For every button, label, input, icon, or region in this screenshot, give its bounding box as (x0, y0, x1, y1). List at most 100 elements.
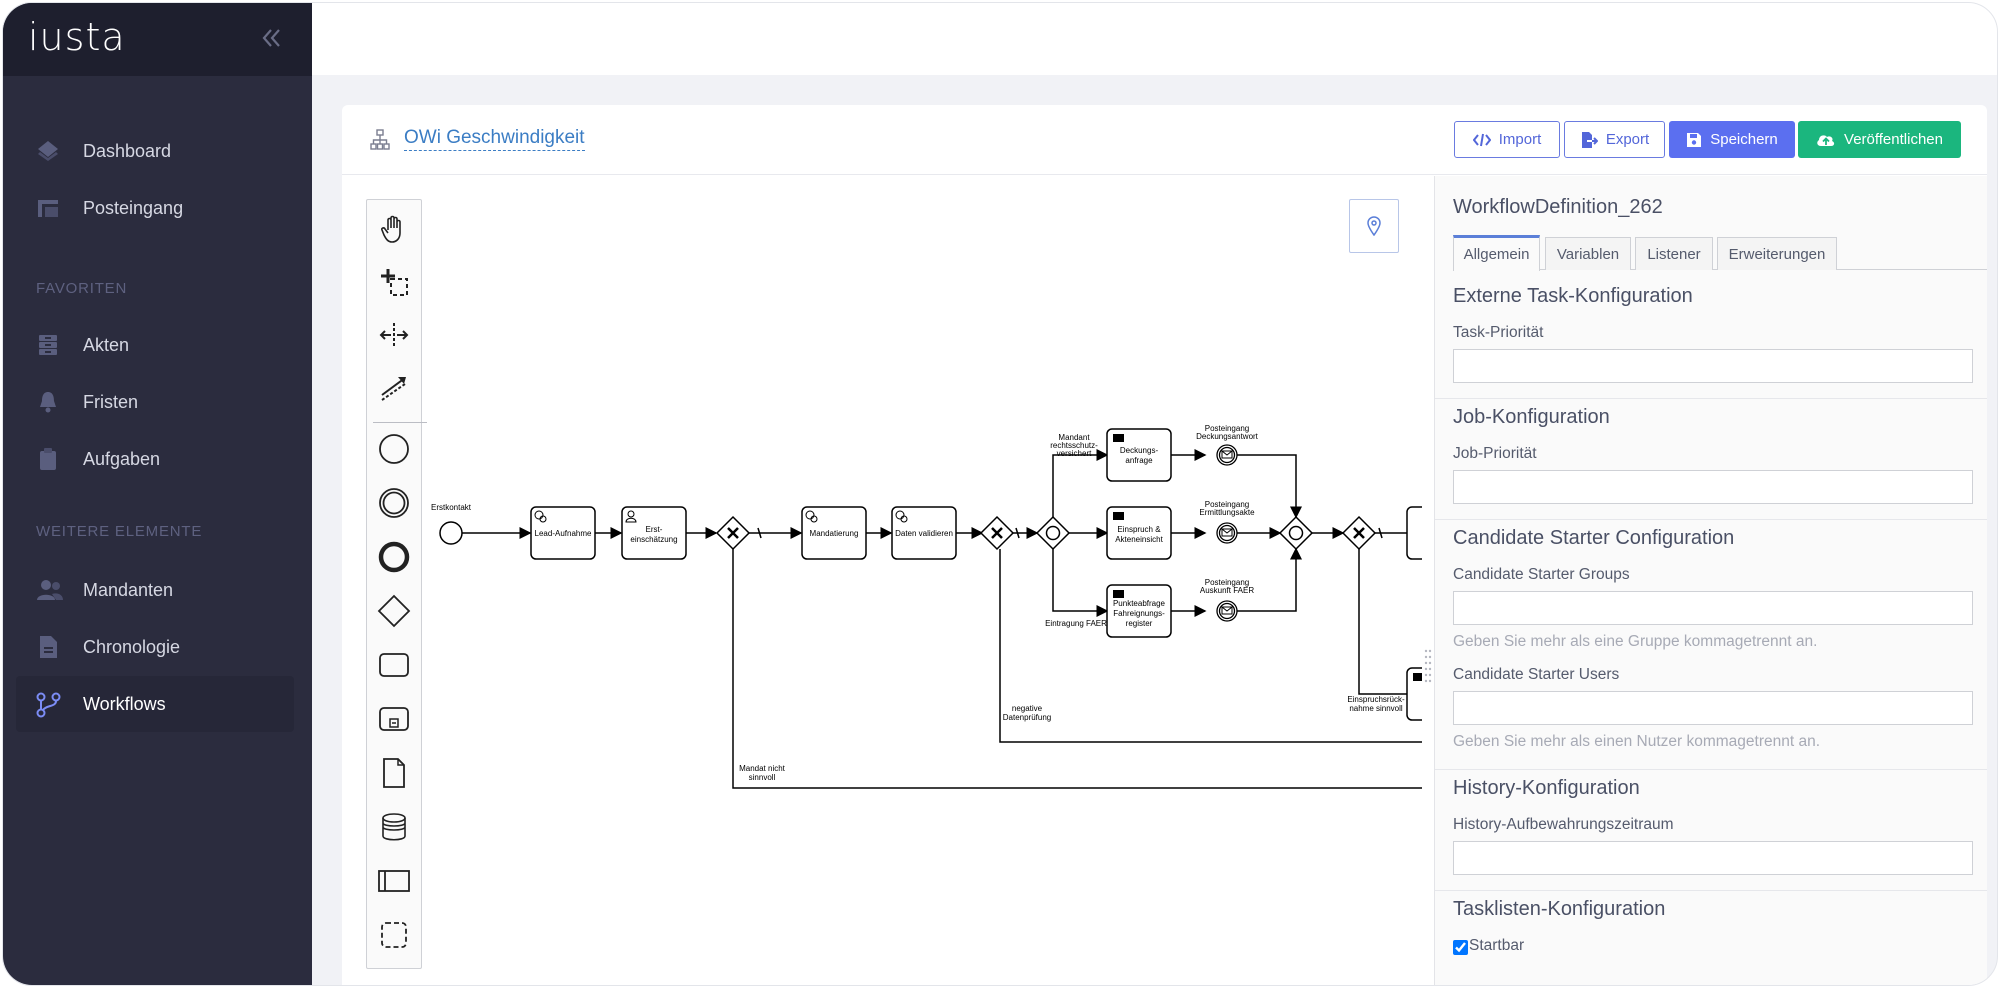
task-deckungsanfrage-line2: anfrage (1125, 456, 1153, 465)
import-label: Import (1498, 131, 1542, 148)
group-tool-icon[interactable] (376, 917, 412, 953)
task-tool-icon[interactable] (376, 647, 412, 683)
task-daten-validieren: Daten validieren (895, 529, 953, 538)
editor-header: OWi Geschwindigkeit Import Export Speich… (342, 105, 1987, 175)
workflow-icon (36, 692, 61, 718)
label-mandat-nicht-line1: Mandat nicht (739, 764, 786, 773)
label-negative-line2: Datenprüfung (1003, 713, 1051, 722)
panel-resize-handle[interactable] (1424, 648, 1432, 684)
task-priority-input[interactable] (1453, 349, 1973, 383)
group-title-candidate-starter: Candidate Starter Configuration (1453, 527, 1735, 549)
map-pin-icon[interactable] (1349, 199, 1399, 253)
hand-tool-icon[interactable] (376, 211, 412, 247)
subprocess-tool-icon[interactable] (376, 701, 412, 737)
end-event-tool-icon[interactable] (376, 539, 412, 575)
connect-tool-icon[interactable] (376, 370, 412, 406)
label-pe-faer-line2: Auskunft FAER (1200, 586, 1254, 595)
inbox-tray-icon (36, 196, 60, 220)
palette-separator (373, 422, 427, 423)
sidebar-item-label: Workflows (83, 693, 166, 714)
sidebar-item-mandanten[interactable]: Mandanten (16, 562, 294, 618)
history-retention-input[interactable] (1453, 841, 1973, 875)
sidebar-item-aufgaben[interactable]: Aufgaben (16, 431, 294, 487)
start-event-tool-icon[interactable] (376, 431, 412, 467)
candidate-groups-label: Candidate Starter Groups (1453, 566, 1630, 583)
export-label: Export (1605, 131, 1650, 148)
properties-tabs: Allgemein Variablen Listener Erweiterung… (1453, 235, 1987, 271)
layers-icon (36, 139, 60, 163)
sidebar-item-fristen[interactable]: Fristen (16, 374, 294, 430)
label-einspruchsrueck-line2: nahme sinnvoll (1349, 704, 1403, 713)
startbar-label: Startbar (1469, 937, 1525, 954)
import-button[interactable]: Import (1454, 121, 1560, 158)
group-divider (1435, 519, 1987, 520)
bpmn-palette (366, 199, 427, 969)
group-title-tasklist: Tasklisten-Konfiguration (1453, 898, 1666, 920)
sidebar-item-dashboard[interactable]: Dashboard (16, 123, 294, 179)
job-priority-label: Job-Priorität (1453, 445, 1537, 462)
sidebar-item-label: Mandanten (83, 579, 174, 600)
candidate-users-hint: Geben Sie mehr als einen Nutzer kommaget… (1453, 733, 1821, 750)
startbar-checkbox[interactable] (1453, 940, 1468, 955)
task-lead-aufnahme: Lead-Aufnahme (535, 529, 592, 538)
sitemap-icon (370, 129, 390, 151)
candidate-users-label: Candidate Starter Users (1453, 666, 1620, 683)
export-button[interactable]: Export (1564, 121, 1665, 158)
task-deckungsanfrage-line1: Deckungs- (1120, 446, 1159, 455)
app-window: iusta Dashboard Posteingang FAVORITEN Ak… (2, 2, 1998, 986)
group-title-job: Job-Konfiguration (1453, 406, 1610, 428)
sidebar-item-label: Akten (83, 334, 130, 355)
label-einspruchsrueck-line1: Einspruchsrück- (1347, 695, 1405, 704)
section-title-more: WEITERE ELEMENTE (36, 523, 203, 540)
cloud-upload-icon (1816, 132, 1836, 148)
label-erstkontakt: Erstkontakt (431, 503, 472, 512)
job-priority-input[interactable] (1453, 470, 1973, 504)
group-divider (1435, 890, 1987, 891)
label-eintragung-faer: Eintragung FAER (1045, 619, 1107, 628)
space-tool-icon[interactable] (376, 317, 412, 353)
properties-title: WorkflowDefinition_262 (1453, 196, 1663, 218)
sidebar-item-label: Dashboard (83, 140, 172, 161)
sidebar-item-workflows[interactable]: Workflows (16, 676, 294, 732)
data-object-tool-icon[interactable] (376, 755, 412, 791)
sidebar-item-posteingang[interactable]: Posteingang (16, 180, 294, 236)
sidebar-header: iusta (3, 3, 312, 76)
tab-listener[interactable]: Listener (1635, 237, 1713, 270)
publish-button[interactable]: Veröffentlichen (1798, 121, 1961, 158)
group-title-history: History-Konfiguration (1453, 777, 1640, 799)
task-punkteabfrage-line3: register (1126, 619, 1153, 628)
section-title-favorites: FAVORITEN (36, 280, 128, 297)
candidate-users-input[interactable] (1453, 691, 1973, 725)
save-button[interactable]: Speichern (1669, 121, 1795, 158)
sidebar-item-akten[interactable]: Akten (16, 317, 294, 373)
pool-tool-icon[interactable] (376, 863, 412, 899)
tab-erweiterungen[interactable]: Erweiterungen (1717, 237, 1837, 270)
document-icon (36, 635, 60, 659)
tab-variablen[interactable]: Variablen (1545, 237, 1631, 270)
gateway-tool-icon[interactable] (376, 593, 412, 629)
lasso-tool-icon[interactable] (376, 264, 412, 300)
history-retention-label: History-Aufbewahrungszeitraum (1453, 816, 1674, 833)
workflow-title[interactable]: OWi Geschwindigkeit (404, 127, 585, 151)
data-store-tool-icon[interactable] (376, 809, 412, 845)
candidate-groups-input[interactable] (1453, 591, 1973, 625)
sidebar-item-label: Chronologie (83, 636, 181, 657)
sidebar-item-label: Posteingang (83, 197, 184, 218)
tab-allgemein[interactable]: Allgemein (1453, 235, 1540, 271)
sidebar-item-chronologie[interactable]: Chronologie (16, 619, 294, 675)
label-mandat-nicht-line2: sinnvoll (749, 773, 776, 782)
label-pe-deckung-line2: Deckungsantwort (1196, 432, 1259, 441)
task-priority-label: Task-Priorität (1453, 324, 1544, 341)
properties-panel: WorkflowDefinition_262 Allgemein Variabl… (1434, 176, 1987, 985)
task-punkteabfrage-line2: Fahreignungs- (1113, 609, 1165, 618)
bpmn-canvas[interactable]: Erstkontakt Lead-Aufnahme Erst- einschät… (342, 176, 1434, 986)
task-mandatierung: Mandatierung (810, 529, 859, 538)
double-chevron-left-icon[interactable] (258, 25, 284, 51)
candidate-groups-hint: Geben Sie mehr als eine Gruppe kommagetr… (1453, 633, 1818, 650)
sidebar-item-label: Fristen (83, 391, 139, 412)
intermediate-event-tool-icon[interactable] (376, 485, 412, 521)
clipboard-icon (36, 447, 60, 471)
bpmn-diagram[interactable]: Erstkontakt Lead-Aufnahme Erst- einschät… (342, 176, 1434, 986)
task-ersteinschaetzung-line2: einschätzung (630, 535, 677, 544)
file-export-icon (1580, 131, 1598, 149)
